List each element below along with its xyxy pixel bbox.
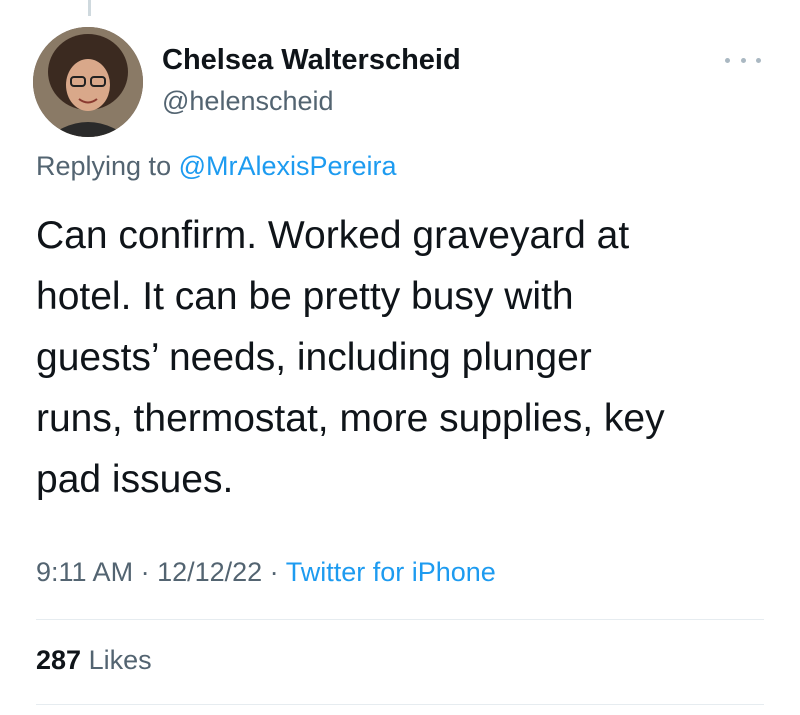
avatar[interactable] [33, 27, 143, 137]
likes-stat[interactable]: 287 Likes [36, 645, 152, 676]
likes-count: 287 [36, 645, 82, 675]
meta-separator: · [262, 557, 286, 587]
more-dot [756, 57, 761, 63]
divider [36, 619, 764, 620]
tweet-date[interactable]: 12/12/22 [157, 557, 262, 587]
tweet-meta: 9:11 AM · 12/12/22 · Twitter for iPhone [36, 557, 496, 588]
tweet-text: Can confirm. Worked graveyard at hotel. … [36, 205, 781, 510]
meta-separator: · [133, 557, 158, 587]
tweet-text-line: hotel. It can be pretty busy with [36, 275, 574, 318]
tweet-source-link[interactable]: Twitter for iPhone [286, 557, 496, 587]
tweet-text-line: runs, thermostat, more supplies, key [36, 397, 665, 440]
divider [36, 704, 764, 705]
tweet-text-line: guests’ needs, including plunger [36, 336, 592, 379]
tweet-text-line: pad issues. [36, 458, 234, 501]
replying-prefix: Replying to [36, 151, 172, 181]
more-dot [740, 57, 746, 63]
more-dot [725, 57, 730, 63]
tweet-text-line: Can confirm. Worked graveyard at [36, 214, 630, 257]
likes-label: Likes [88, 645, 152, 675]
more-options-icon[interactable] [725, 50, 761, 70]
author-handle[interactable]: @helenscheid [162, 86, 334, 117]
reply-mention-link[interactable]: @MrAlexisPereira [179, 151, 397, 181]
avatar-image [33, 27, 143, 137]
tweet-time[interactable]: 9:11 AM [36, 557, 133, 587]
author-name[interactable]: Chelsea Walterscheid [162, 44, 461, 77]
replying-to: Replying to @MrAlexisPereira [36, 151, 397, 182]
thread-connector-line [88, 0, 91, 16]
